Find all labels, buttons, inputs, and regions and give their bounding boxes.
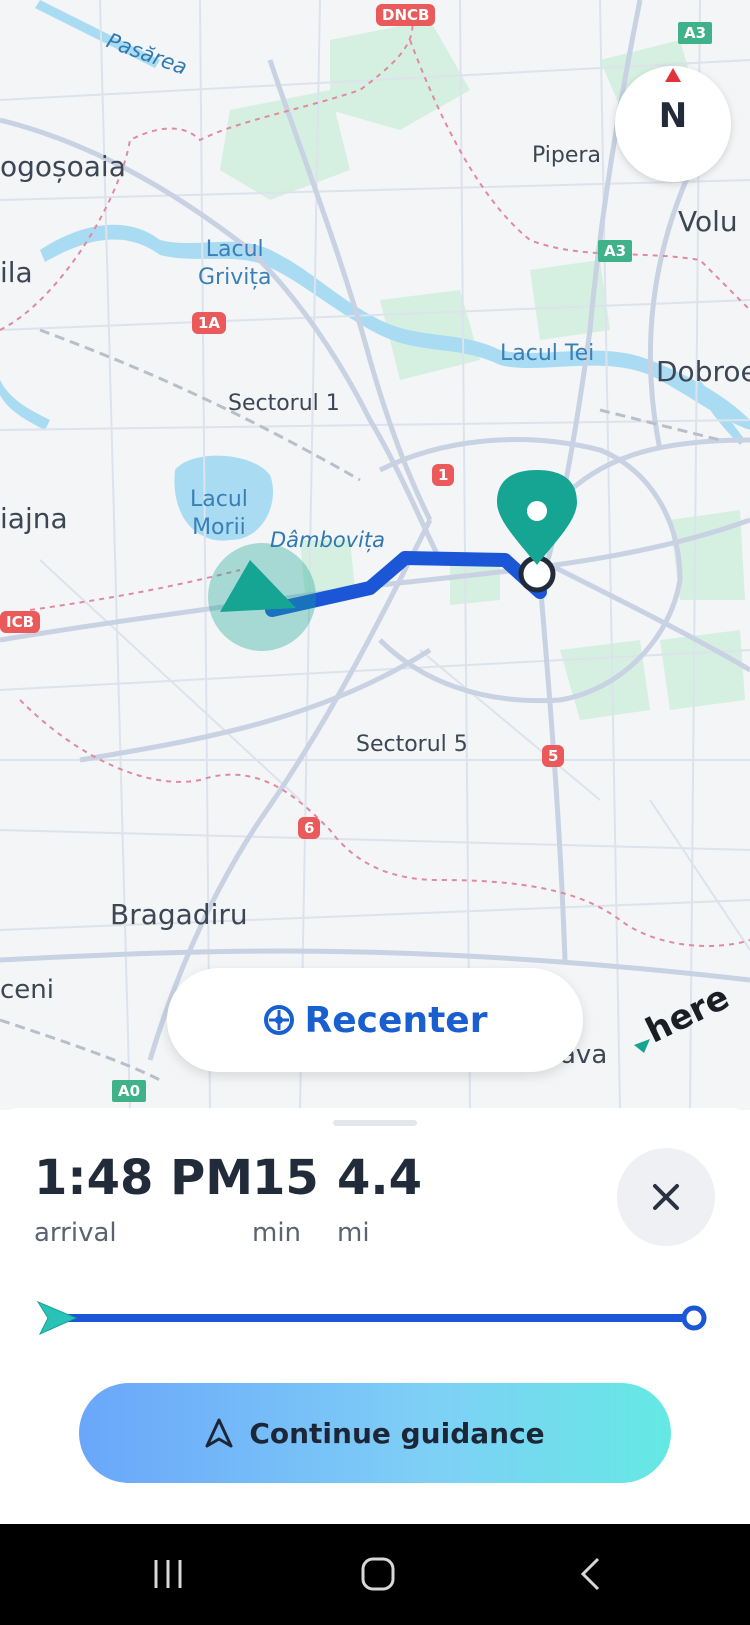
map-label-ceni: ceni	[0, 975, 54, 1005]
map-label-militari: iajna	[0, 502, 68, 535]
route-progress	[36, 1300, 707, 1336]
compass-button[interactable]: N	[615, 66, 731, 182]
close-icon	[653, 1184, 679, 1210]
crosshair-icon	[263, 1005, 294, 1035]
map-label-mogosoaia: ogoșoaia	[0, 150, 126, 183]
road-shield-dncb: ICB	[0, 611, 41, 633]
map-label-dobroesti: Dobroe	[656, 355, 750, 388]
road-shield-a3: A3	[598, 240, 633, 262]
road-shield-6: 6	[298, 817, 321, 839]
map-label-sectorul-1: Sectorul 1	[228, 391, 340, 416]
distance-unit: mi	[337, 1218, 370, 1248]
map-view[interactable]: Pasărea ogoșoaia Pipera Volu ila Lacul G…	[0, 0, 750, 1110]
svg-text:here: here	[640, 977, 734, 1051]
map-label-lacul-tei: Lacul Tei	[500, 341, 595, 366]
map-label-sectorul-5: Sectorul 5	[356, 732, 468, 757]
back-button[interactable]	[560, 1552, 620, 1596]
progress-end-marker	[681, 1305, 707, 1331]
navigation-arrow-icon	[205, 1418, 233, 1448]
arrival-time: 1:48 PM	[34, 1150, 254, 1206]
duration-unit: min	[252, 1218, 302, 1248]
north-indicator-icon	[665, 68, 681, 82]
continue-guidance-button[interactable]: Continue guidance	[79, 1383, 671, 1483]
here-logo: here	[634, 977, 734, 1053]
map-label-chitila: ila	[0, 256, 33, 289]
road-shield-a0: A0	[112, 1080, 147, 1102]
road-shield-a3: A3	[678, 22, 713, 44]
route-summary-panel: 1:48 PM arrival 15 min 4.4 mi Continue g…	[0, 1108, 750, 1524]
road-shield-1a: 1A	[192, 312, 227, 334]
progress-position-icon	[36, 1300, 78, 1336]
back-icon	[580, 1557, 600, 1591]
drag-handle[interactable]	[333, 1120, 417, 1126]
road-shield-5: 5	[542, 745, 565, 767]
arrival-stat: 1:48 PM arrival	[34, 1150, 253, 1248]
arrival-label: arrival	[34, 1218, 117, 1248]
compass-label: N	[658, 96, 688, 136]
road-shield-dncb: DNCB	[376, 4, 436, 26]
recenter-button[interactable]: Recenter	[167, 968, 583, 1072]
distance-value: 4.4	[337, 1150, 423, 1206]
map-label-dambovita: Dâmbovița	[270, 528, 386, 552]
recenter-label: Recenter	[304, 999, 488, 1041]
map-label-lacul-morii: Lacul Morii	[190, 487, 248, 540]
home-button[interactable]	[348, 1552, 408, 1596]
duration-stat: 15 min	[252, 1150, 319, 1248]
distance-stat: 4.4 mi	[337, 1150, 422, 1248]
recent-apps-button[interactable]	[138, 1552, 198, 1596]
duration-value: 15	[252, 1150, 319, 1206]
road-shield-1: 1	[432, 464, 455, 486]
map-label-voluntari: Volu	[678, 205, 738, 238]
continue-guidance-label: Continue guidance	[249, 1416, 545, 1450]
map-label-pipera: Pipera	[532, 143, 601, 168]
home-icon	[361, 1557, 395, 1591]
close-button[interactable]	[617, 1148, 715, 1246]
recent-apps-icon	[154, 1560, 182, 1588]
map-label-lacul-grivita: Lacul Grivița	[198, 237, 272, 290]
system-navigation-bar	[0, 1524, 750, 1625]
map-label-bragadiru: Bragadiru	[110, 898, 248, 931]
